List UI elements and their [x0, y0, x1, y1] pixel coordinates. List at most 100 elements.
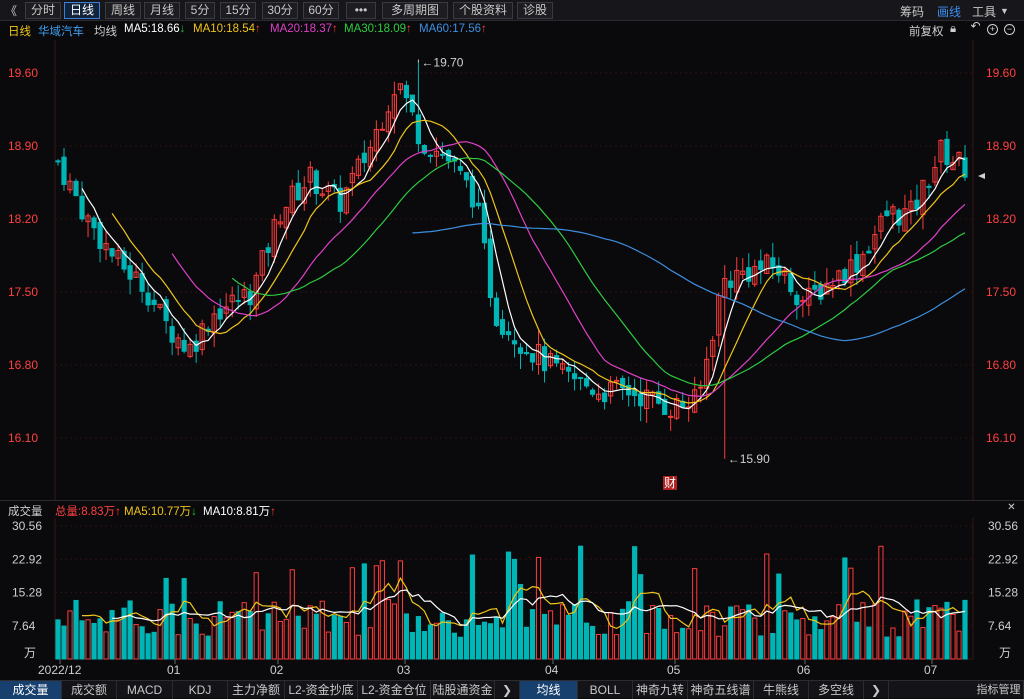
volume-bar: [451, 632, 458, 660]
tab-l2-position[interactable]: L2-资金仓位: [358, 681, 431, 699]
volume-bar: [127, 600, 133, 660]
candle-body: [499, 319, 506, 335]
volume-bar: [487, 623, 494, 660]
tab-main-net[interactable]: 主力净额: [228, 681, 285, 699]
candle-body: [91, 217, 97, 229]
restore-mode[interactable]: 前复权: [909, 23, 944, 39]
scroll-right-icon-2[interactable]: ❯: [864, 681, 889, 699]
tab-30min[interactable]: 30分: [262, 2, 298, 19]
stock-name[interactable]: 华域汽车: [38, 23, 84, 39]
volume-bar: [758, 635, 764, 660]
candle-body: [854, 254, 860, 273]
volume-bar: [415, 616, 422, 660]
volume-bar: [541, 613, 548, 660]
kline-chart[interactable]: 19.60 19.60 18.90 18.90 18.20 18.20 17.50 17.50…: [0, 40, 1024, 500]
tab-intraday[interactable]: 分时: [25, 2, 61, 19]
tab-60min[interactable]: 60分: [303, 2, 339, 19]
tab-weekly[interactable]: 周线: [105, 2, 141, 19]
volume-bar: [770, 632, 776, 660]
candle-body: [487, 238, 494, 299]
tab-bull-bear[interactable]: 牛熊线: [754, 681, 809, 699]
tab-turnover[interactable]: 成交额: [62, 681, 117, 699]
volume-bar: [848, 567, 854, 660]
volume-bar: [788, 612, 794, 660]
tab-5min[interactable]: 5分: [185, 2, 215, 19]
tab-indicator-manager[interactable]: 指标管理: [974, 681, 1024, 699]
candle-body: [475, 202, 482, 207]
volume-bar: [728, 606, 734, 660]
date-label: 06: [797, 663, 811, 677]
candle-body: [409, 94, 415, 113]
volume-bar: [409, 631, 415, 660]
draw-line-button[interactable]: 画线: [937, 3, 961, 20]
tab-boll[interactable]: BOLL: [578, 681, 633, 699]
candle-body: [505, 331, 512, 336]
period-toolbar: 《 分时 日线 周线 月线 5分 15分 30分 60分 ••• 多周期图 个股…: [0, 0, 1024, 21]
stock-profile-button[interactable]: 个股资料: [453, 2, 513, 19]
more-periods-button[interactable]: •••: [346, 2, 376, 19]
zoom-in-icon[interactable]: +: [987, 24, 998, 35]
volume-chart[interactable]: 30.56 30.56 22.92 22.92 15.28 15.28 7.64 7.64 万 万…: [0, 518, 1024, 680]
tools-button[interactable]: 工具: [972, 3, 996, 20]
candle-body: [601, 392, 608, 403]
tab-macd[interactable]: MACD: [117, 681, 173, 699]
candle-body: [109, 248, 115, 257]
volume-title[interactable]: 成交量: [8, 503, 43, 519]
tab-five-lines[interactable]: 神奇五线谱: [688, 681, 754, 699]
volume-bar: [806, 634, 812, 660]
current-price-pointer: [978, 173, 985, 179]
undo-icon[interactable]: ↶: [970, 20, 981, 33]
price-tick-right: 19.60: [986, 66, 1016, 80]
volume-bar: [914, 599, 920, 660]
candle-body: [565, 366, 572, 372]
tab-kdj[interactable]: KDJ: [173, 681, 228, 699]
close-icon[interactable]: ✕: [1006, 503, 1017, 515]
volume-bar: [680, 627, 686, 660]
tab-ma[interactable]: 均线: [520, 681, 578, 699]
candle-body: [61, 156, 67, 185]
volume-bar: [866, 626, 872, 660]
chevron-down-icon[interactable]: ▼: [1000, 6, 1009, 16]
vol-ma5-line: [82, 576, 966, 630]
tab-volume[interactable]: 成交量: [0, 681, 62, 699]
lock-icon[interactable]: 🔒︎: [950, 23, 956, 36]
volume-bar: [583, 622, 590, 660]
volume-bar: [253, 572, 259, 660]
diagnosis-button[interactable]: 诊股: [517, 2, 553, 19]
collapse-icon[interactable]: 《: [5, 2, 17, 19]
candle-body: [181, 339, 187, 352]
tab-td9[interactable]: 神奇九转: [633, 681, 688, 699]
volume-bar: [313, 613, 319, 660]
tab-15min[interactable]: 15分: [220, 2, 256, 19]
chips-button[interactable]: 筹码: [900, 3, 924, 20]
candle-body: [583, 378, 590, 387]
volume-bar: [926, 607, 932, 660]
tab-monthly[interactable]: 月线: [144, 2, 180, 19]
volume-bar: [535, 556, 542, 660]
price-tick-left: 19.60: [8, 66, 38, 80]
volume-bar: [698, 630, 704, 660]
zoom-out-icon[interactable]: −: [1004, 24, 1015, 35]
high-price-label: ←19.70: [421, 56, 463, 70]
tab-l2-bottom[interactable]: L2-资金抄底: [285, 681, 358, 699]
candle-body: [79, 195, 85, 220]
tab-long-short[interactable]: 多空线: [809, 681, 864, 699]
candle-body: [517, 347, 524, 354]
volume-bar: [950, 613, 956, 660]
tab-daily[interactable]: 日线: [64, 2, 100, 19]
volume-bar: [782, 610, 788, 660]
volume-bar: [776, 573, 782, 660]
ma-type-label[interactable]: 均线: [94, 23, 117, 39]
scroll-right-icon[interactable]: ❯: [495, 681, 520, 699]
volume-bar: [920, 627, 926, 660]
volume-bar: [818, 629, 824, 660]
volume-bar: [650, 605, 656, 660]
price-tick-left: 17.50: [8, 285, 38, 299]
volume-bar: [614, 634, 620, 660]
tab-northbound[interactable]: 陆股通资金: [431, 681, 495, 699]
volume-bar: [872, 603, 878, 660]
vol-tick-left: 30.56: [12, 519, 42, 533]
price-tick-right: 16.10: [986, 431, 1016, 445]
volume-bar: [445, 620, 452, 660]
multi-period-button[interactable]: 多周期图: [382, 2, 448, 19]
